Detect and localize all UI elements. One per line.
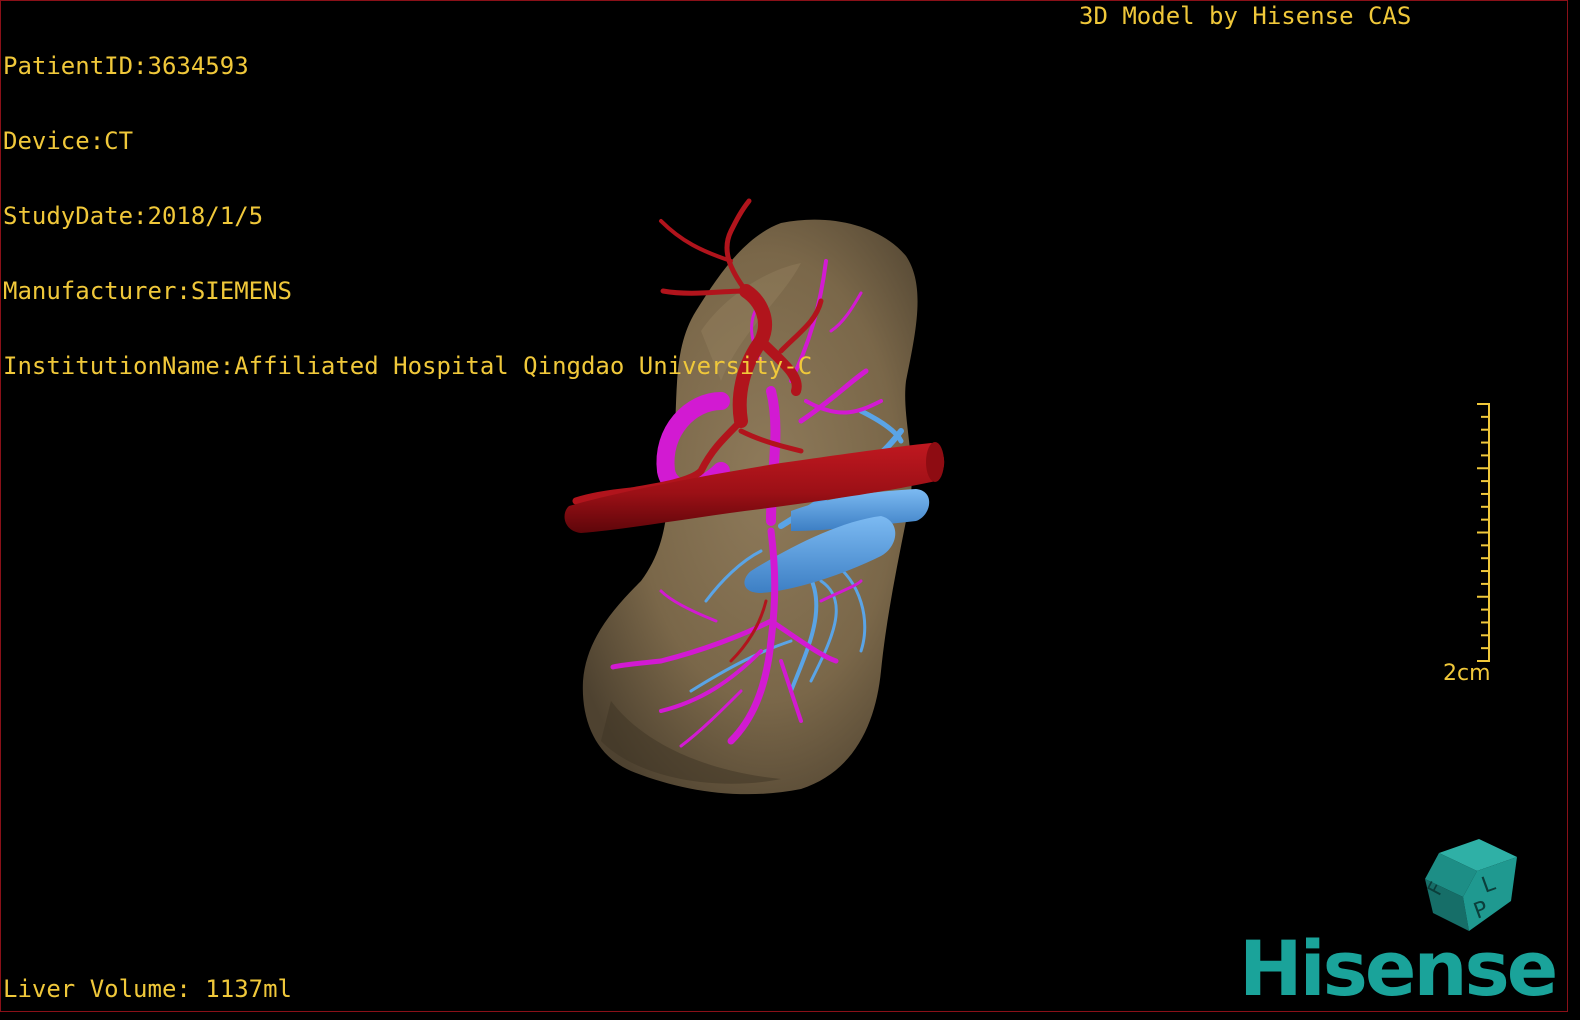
device: Device:CT: [3, 127, 134, 155]
scale-ticks: [1477, 403, 1489, 662]
scale-label: 2cm: [1443, 661, 1491, 686]
3d-viewport[interactable]: PatientID:3634593 Device:CT StudyDate:20…: [0, 0, 1568, 1012]
hisense-logo: Hisense: [1239, 924, 1558, 1012]
study-date: StudyDate:2018/1/5: [3, 202, 264, 230]
patient-id: PatientID:3634593: [3, 52, 249, 80]
scale-bar-icon: [1477, 403, 1490, 662]
patient-info-overlay: PatientID:3634593 Device:CT StudyDate:20…: [3, 4, 812, 429]
liver-volume: Liver Volume: 1137ml: [3, 975, 292, 1003]
inferior-vena-cava-end: [926, 442, 944, 482]
manufacturer: Manufacturer:SIEMENS: [3, 277, 292, 305]
institution-name: InstitutionName:Affiliated Hospital Qing…: [3, 352, 813, 380]
model-credit: 3D Model by Hisense CAS: [1079, 2, 1412, 30]
